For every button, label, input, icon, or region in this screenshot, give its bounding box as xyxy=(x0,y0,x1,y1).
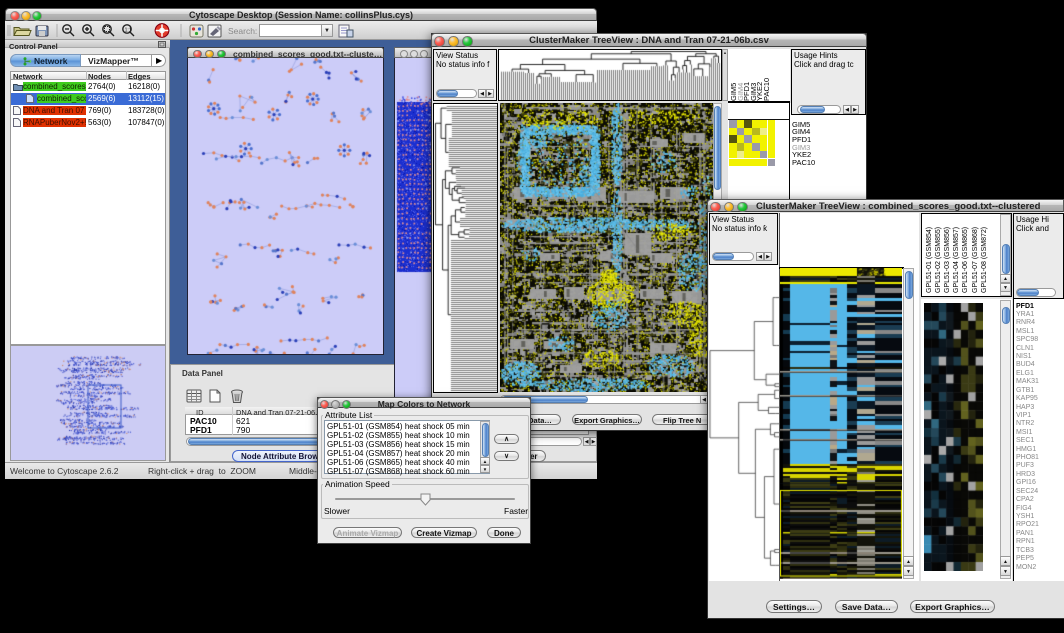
svg-text:1:1: 1:1 xyxy=(125,28,132,34)
